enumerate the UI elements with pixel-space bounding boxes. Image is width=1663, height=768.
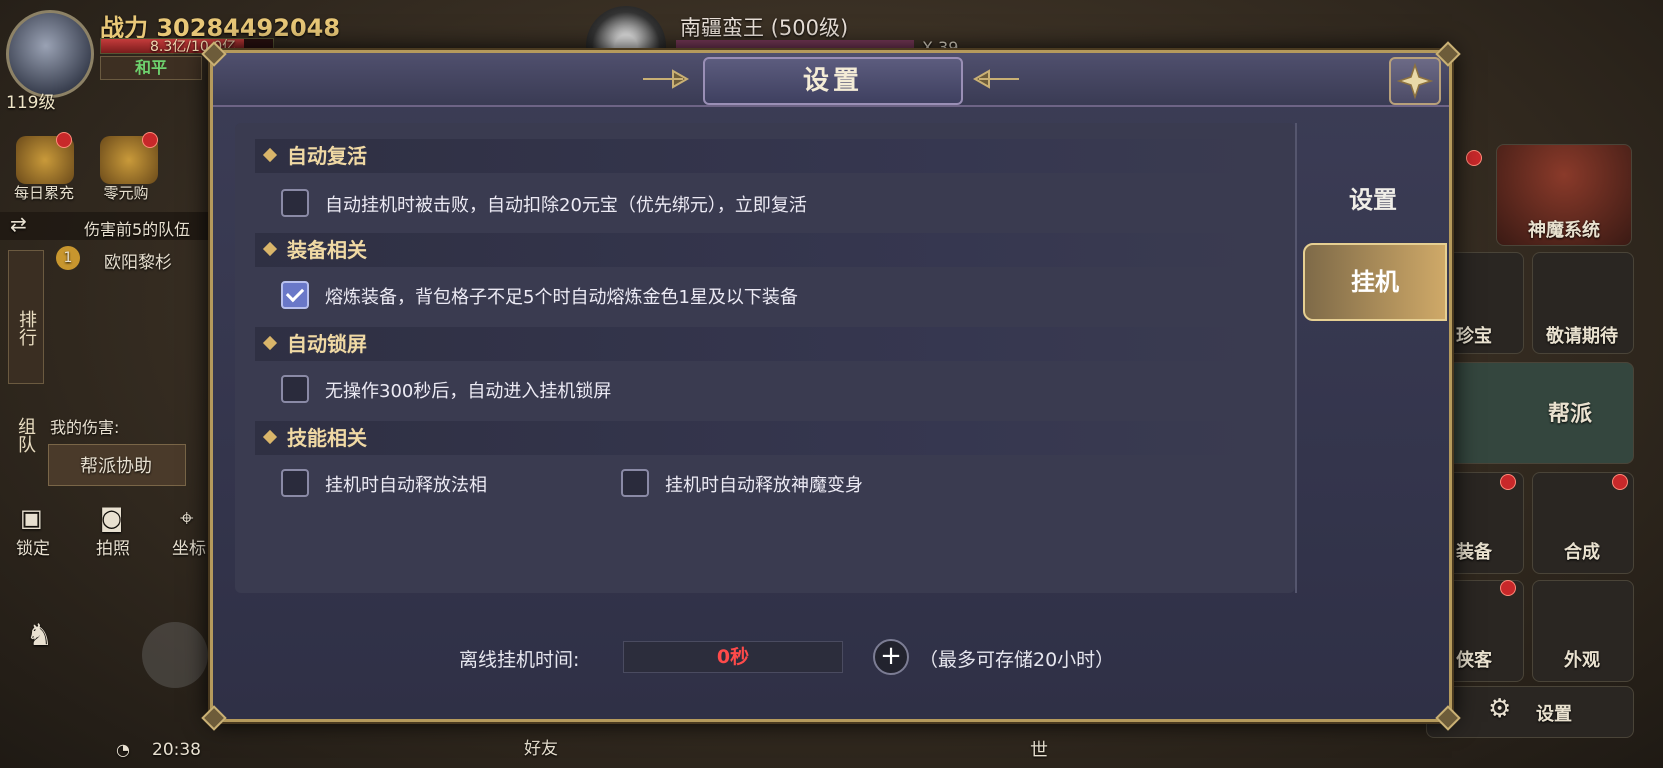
player-avatar[interactable]	[6, 10, 94, 98]
checkbox-checked[interactable]	[281, 281, 309, 309]
boss-hp-bar	[676, 40, 914, 50]
close-icon	[1396, 62, 1434, 100]
diamond-icon	[262, 335, 278, 351]
section-auto-revive: 自动复活	[255, 139, 1255, 173]
offline-time-label: 离线挂机时间:	[459, 649, 580, 671]
checkbox[interactable]	[281, 375, 309, 403]
section-skills: 技能相关	[255, 421, 1255, 455]
diamond-icon	[262, 241, 278, 257]
section-auto-lock: 自动锁屏	[255, 327, 1255, 361]
section-title: 技能相关	[287, 426, 367, 450]
friends-label[interactable]: 好友	[524, 734, 558, 759]
tab-rank[interactable]: 排行	[8, 250, 44, 384]
tab-team[interactable]: 组队	[8, 392, 42, 470]
tab-settings[interactable]: 设置	[1303, 163, 1443, 237]
pk-mode-button[interactable]: 和平	[100, 56, 202, 80]
player-name: 欧阳黎杉	[104, 253, 172, 273]
title-ornament-left-icon	[643, 69, 690, 89]
title-ornament-right-icon	[972, 69, 1019, 89]
map-pin-icon[interactable]: ⌖	[180, 504, 194, 532]
shenmo-system-label: 神魔系统	[1528, 220, 1600, 241]
coord-label: 坐标	[172, 539, 206, 559]
guild-label: 帮派	[1547, 402, 1592, 427]
tab-auto-battle[interactable]: 挂机	[1303, 243, 1447, 321]
option-label: 熔炼装备，背包格子不足5个时自动熔炼金色1星及以下装备	[325, 287, 798, 308]
settings-tabs: 设置 挂机	[1295, 123, 1447, 593]
settings-dialog: 设置 自动复活 自动挂机时被击败，自动扣除20元宝（优先绑元），立即复活 装备相…	[201, 41, 1461, 731]
dialog-title: 设置	[703, 57, 963, 105]
add-offline-time-button[interactable]: +	[873, 639, 909, 675]
section-title: 自动锁屏	[287, 332, 367, 356]
camera-icon[interactable]: ◙	[100, 504, 123, 532]
clock-time: 20:38	[152, 740, 201, 760]
checkbox[interactable]	[281, 189, 309, 217]
notification-dot	[56, 132, 72, 148]
dialog-titlebar: 设置	[213, 53, 1449, 107]
close-button[interactable]	[1389, 57, 1441, 105]
guild-help-label: 帮派协助	[80, 456, 152, 477]
appearance-label: 外观	[1564, 650, 1600, 671]
compose-label: 合成	[1564, 542, 1600, 563]
swap-icon[interactable]: ⇄	[10, 212, 27, 236]
gear-icon: ⚙	[1488, 694, 1512, 724]
plus-icon: +	[880, 641, 902, 671]
wifi-icon: ◔	[116, 740, 130, 759]
diamond-icon	[262, 147, 278, 163]
option-label: 无操作300秒后，自动进入挂机锁屏	[325, 381, 612, 402]
my-damage-label: 我的伤害:	[50, 418, 120, 437]
settings-content-panel: 自动复活 自动挂机时被击败，自动扣除20元宝（优先绑元），立即复活 装备相关 熔…	[235, 123, 1295, 593]
photo-label: 拍照	[96, 539, 130, 559]
notification-dot	[1466, 150, 1482, 166]
offline-time-value: 0秒	[623, 641, 843, 673]
section-title: 自动复活	[287, 144, 367, 168]
daily-recharge-label: 每日累充	[13, 184, 74, 202]
rank-badge-icon: 1	[56, 246, 80, 270]
mount-icon[interactable]: ♞	[26, 618, 53, 653]
notification-dot	[1500, 580, 1516, 596]
option-label: 挂机时自动释放神魔变身	[665, 475, 863, 496]
section-equipment: 装备相关	[255, 233, 1255, 267]
corner-ornament-icon	[201, 705, 227, 731]
joystick[interactable]	[142, 622, 208, 688]
section-title: 装备相关	[287, 238, 367, 262]
zero-buy-label: 零元购	[103, 184, 149, 202]
checkbox[interactable]	[281, 469, 309, 497]
boss-name: 南疆蛮王 (500级)	[680, 16, 849, 40]
camera-lock-icon[interactable]: ▣	[20, 504, 43, 532]
notification-dot	[142, 132, 158, 148]
notification-dot	[1612, 474, 1628, 490]
world-chat-label[interactable]: 世	[1030, 736, 1048, 762]
player-level: 119级	[6, 93, 56, 113]
diamond-icon	[262, 429, 278, 445]
settings-menu-label: 设置	[1536, 704, 1572, 725]
checkbox[interactable]	[621, 469, 649, 497]
coming-soon-label: 敬请期待	[1546, 326, 1618, 347]
notification-dot	[1500, 474, 1516, 490]
lock-label: 锁定	[16, 539, 50, 559]
team-hint-text: 伤害前5的队伍	[84, 220, 191, 239]
offline-time-note: （最多可存储20小时）	[919, 649, 1115, 671]
option-label: 自动挂机时被击败，自动扣除20元宝（优先绑元），立即复活	[325, 195, 807, 216]
option-label: 挂机时自动释放法相	[325, 475, 487, 496]
